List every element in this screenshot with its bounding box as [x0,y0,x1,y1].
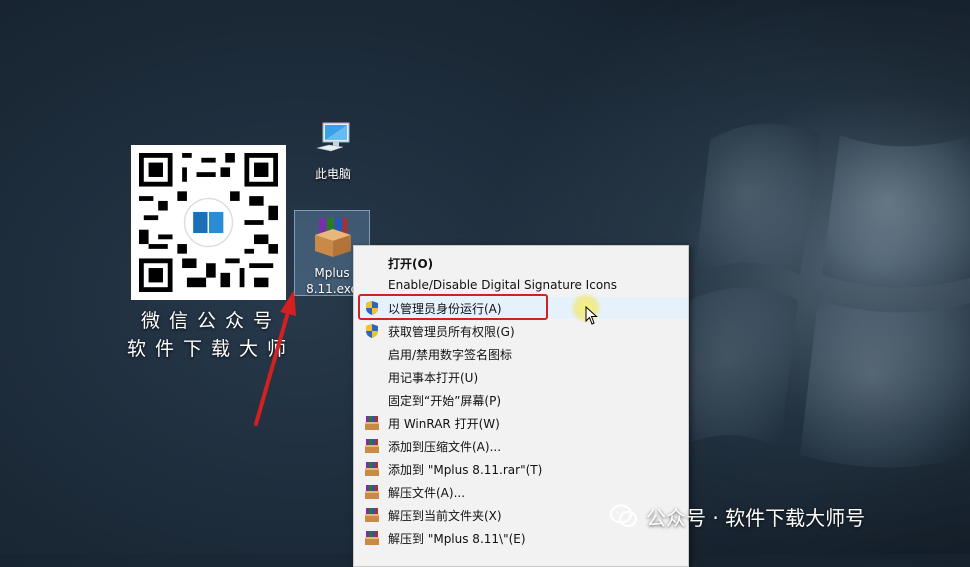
context-menu-item-label: 解压文件(A)... [388,486,466,500]
context-menu-item-label: 固定到“开始”屏幕(P) [388,394,502,408]
context-menu-item[interactable]: 解压文件(A)... [354,481,688,503]
context-menu-item-label: 打开(O) [388,257,434,271]
winrar-archive-icon [315,218,351,257]
context-menu-item[interactable]: 启用/禁用数字签名图标 [354,343,688,365]
winrar-icon [364,461,380,477]
context-menu-item-label: 解压到当前文件夹(X) [388,509,502,523]
context-menu-item[interactable]: 添加到 "Mplus 8.11.rar"(T) [354,458,688,480]
context-menu-item[interactable]: 获取管理员所有权限(G) [354,320,688,342]
winrar-icon [364,507,380,523]
winrar-icon [364,415,380,431]
context-menu-item[interactable]: 打开(O) [354,252,688,274]
winrar-icon [364,484,380,500]
mouse-cursor-icon [585,306,598,325]
uac-shield-icon [364,323,380,339]
context-menu-item-label: 添加到压缩文件(A)... [388,440,502,454]
context-menu-item-label: 用 WinRAR 打开(W) [388,417,500,431]
context-menu-item-label: 用记事本打开(U) [388,371,479,385]
context-menu-item-label: 启用/禁用数字签名图标 [388,348,513,362]
winrar-icon [364,530,380,546]
qr-code-card [131,145,286,300]
context-menu-item-label: Enable/Disable Digital Signature Icons [388,278,618,292]
context-menu-item[interactable]: 用记事本打开(U) [354,366,688,388]
context-menu-item[interactable]: 固定到“开始”屏幕(P) [354,389,688,411]
highlight-box-run-as-admin [358,294,548,320]
context-menu-item-label: 获取管理员所有权限(G) [388,325,515,339]
computer-icon [316,122,350,152]
watermark-text: 公众号 · 软件下载大师号 [646,506,866,530]
context-menu-item-label: 添加到 "Mplus 8.11.rar"(T) [388,463,543,477]
wechat-logo-icon [610,504,637,527]
context-menu-item[interactable]: 添加到压缩文件(A)... [354,435,688,457]
context-menu-item[interactable]: 解压到 "Mplus 8.11\"(E) [354,527,688,549]
desktop-icon-label-text: Mplus 8.11.exe [306,266,358,296]
qr-code-image [139,153,278,292]
red-arrow-annotation [254,290,296,426]
context-menu-item-label: 解压到 "Mplus 8.11\"(E) [388,532,526,546]
windows-logo-wallpaper [690,123,970,468]
desktop-icon-this-pc[interactable]: 此电脑 [304,118,362,182]
desktop-icon-label: 此电脑 [314,167,351,181]
winrar-icon [364,438,380,454]
context-menu-item[interactable]: 用 WinRAR 打开(W) [354,412,688,434]
